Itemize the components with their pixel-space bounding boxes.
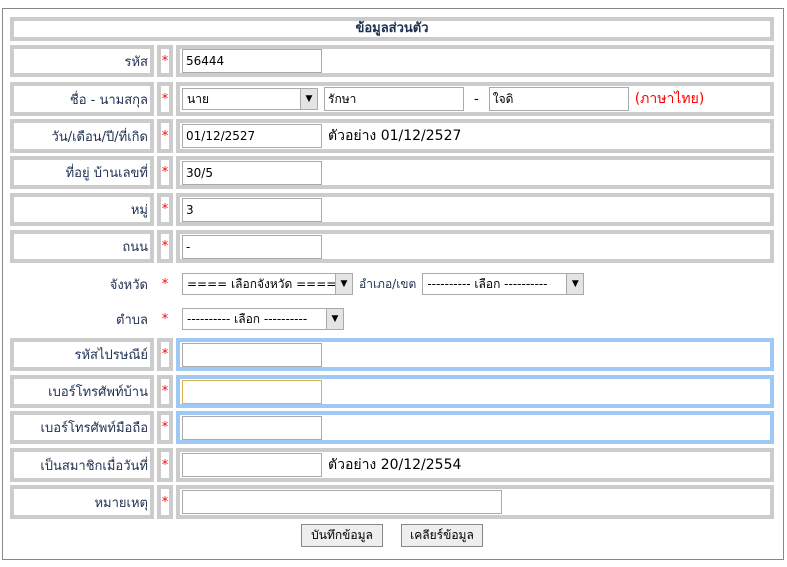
thai-note: (ภาษาไทย) [634,91,705,107]
label-code: รหัส [10,45,154,77]
row-subdistrict: ตำบล * ---------- เลือก ---------- ▼ [10,304,774,334]
row-house: ที่อยู่ บ้านเลขที่ * [10,156,774,189]
required-mark: * [157,485,173,519]
district-select[interactable]: ---------- เลือก ---------- ▼ [422,273,585,295]
house-input[interactable] [182,160,322,185]
label-mobile: เบอร์โทรศัพท์มือถือ [10,411,154,444]
required-mark: * [157,375,173,408]
label-subdistrict: ตำบล [116,312,148,328]
chevron-down-icon: ▼ [335,274,352,294]
chevron-down-icon: ▼ [300,89,317,109]
row-remark: หมายเหตุ * [10,485,774,519]
subdistrict-select[interactable]: ---------- เลือก ---------- ▼ [182,308,344,330]
label-name: ชื่อ - นามสกุล [10,82,154,116]
personal-info-form: ข้อมูลส่วนตัว รหัส * ชื่อ - นามสกุล * นา… [0,0,787,567]
postcode-input[interactable] [182,342,322,367]
form-title: ข้อมูลส่วนตัว [10,17,774,41]
prefix-select[interactable]: นาย ▼ [182,88,318,110]
row-moo: หมู่ * [10,193,774,226]
district-value: ---------- เลือก ---------- [427,276,548,291]
required-mark: * [161,311,169,327]
required-mark: * [157,156,173,189]
label-postcode: รหัสไปรษณีย์ [10,338,154,371]
road-input[interactable] [182,234,322,259]
label-member-since: เป็นสมาชิกเมื่อวันที่ [10,448,154,482]
required-mark: * [157,82,173,116]
label-moo: หมู่ [10,193,154,226]
required-mark: * [157,448,173,482]
mobile-input[interactable] [182,415,322,440]
label-house: ที่อยู่ บ้านเลขที่ [10,156,154,189]
province-value: ==== เลือกจังหวัด ==== [187,276,337,291]
label-home-phone: เบอร์โทรศัพท์บ้าน [10,375,154,408]
moo-input[interactable] [182,197,322,222]
label-province: จังหวัด [109,277,148,293]
clear-button[interactable]: เคลียร์ข้อมูล [401,524,483,547]
row-road: ถนน * [10,230,774,263]
last-name-input[interactable] [488,87,629,111]
province-select[interactable]: ==== เลือกจังหวัด ==== ▼ [182,273,353,295]
required-mark: * [157,411,173,444]
label-dob: วัน/เดือน/ปี/ที่เกิด [10,119,154,153]
required-mark: * [161,276,169,292]
save-button[interactable]: บันทึกข้อมูล [301,524,383,547]
required-mark: * [157,193,173,226]
dob-input[interactable] [182,124,322,148]
required-mark: * [157,230,173,263]
subdistrict-value: ---------- เลือก ---------- [187,311,308,326]
required-mark: * [157,45,173,77]
dob-example: ตัวอย่าง 01/12/2527 [328,128,462,144]
name-separator: - [474,91,479,107]
member-since-input[interactable] [182,453,322,477]
label-remark: หมายเหตุ [10,485,154,519]
remark-input[interactable] [182,490,502,514]
row-dob: วัน/เดือน/ปี/ที่เกิด * ตัวอย่าง 01/12/25… [10,119,774,153]
row-code: รหัส * [10,45,774,77]
row-home-phone: เบอร์โทรศัพท์บ้าน * [10,375,774,408]
row-mobile: เบอร์โทรศัพท์มือถือ * [10,411,774,444]
label-district: อำเภอ/เขต [359,276,417,291]
required-mark: * [157,119,173,153]
chevron-down-icon: ▼ [326,309,343,329]
label-road: ถนน [10,230,154,263]
member-since-example: ตัวอย่าง 20/12/2554 [328,457,462,473]
required-mark: * [157,338,173,371]
chevron-down-icon: ▼ [566,274,584,294]
row-name: ชื่อ - นามสกุล * นาย ▼ - (ภาษาไทย) [10,82,774,116]
first-name-input[interactable] [324,87,464,111]
code-input[interactable] [182,49,322,73]
row-member-since: เป็นสมาชิกเมื่อวันที่ * ตัวอย่าง 20/12/2… [10,448,774,482]
row-postcode: รหัสไปรษณีย์ * [10,338,774,371]
row-province: จังหวัด * ==== เลือกจังหวัด ==== ▼ อำเภอ/… [10,269,774,299]
prefix-value: นาย [187,91,209,106]
home-phone-input[interactable] [182,379,322,404]
